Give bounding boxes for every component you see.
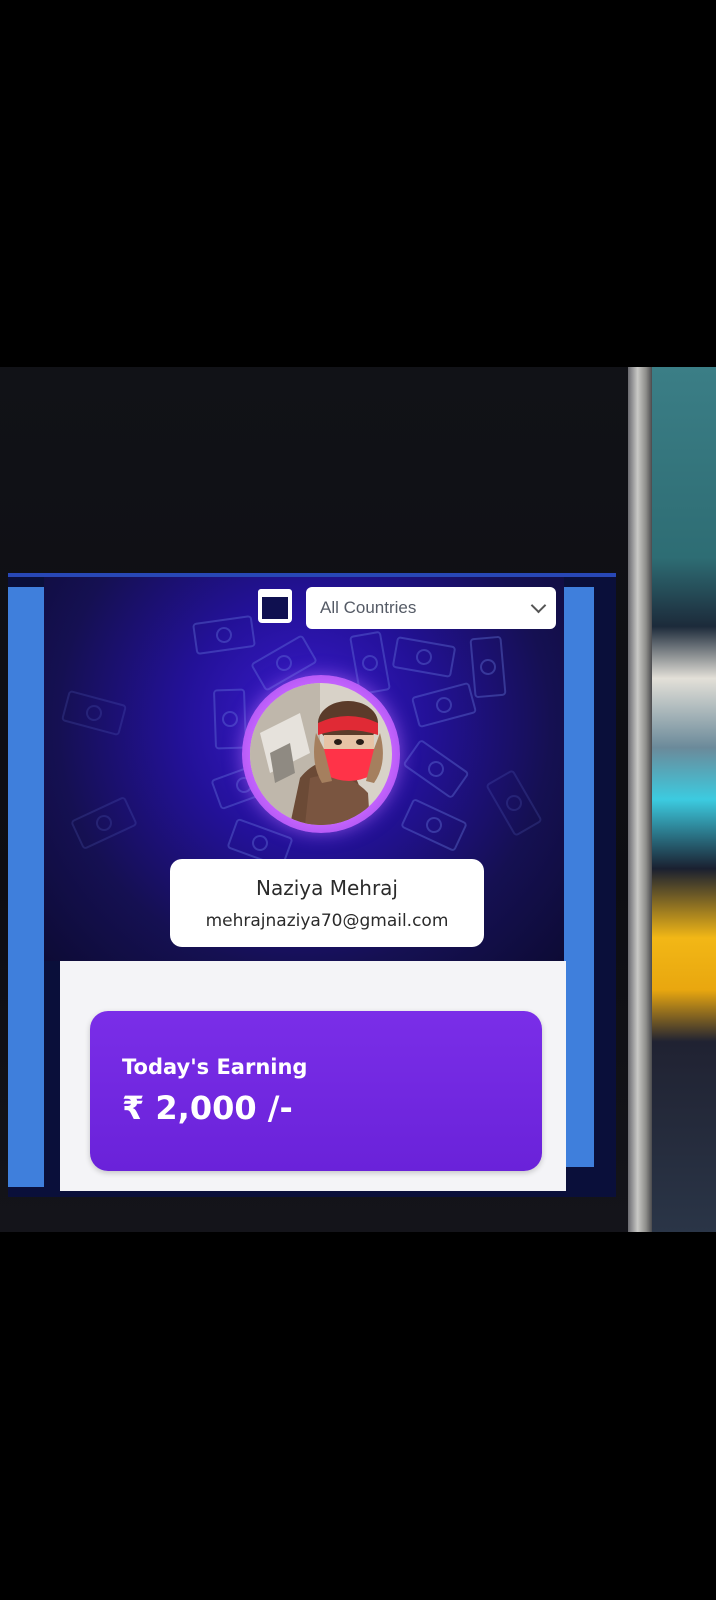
app-screen: All Countries Naziya Mehraj mehrajnaziya… bbox=[8, 573, 616, 1197]
country-select-value: All Countries bbox=[320, 598, 417, 617]
profile-header: All Countries Naziya Mehraj mehrajnaziya… bbox=[44, 577, 564, 961]
profile-email: mehrajnaziya70@gmail.com bbox=[205, 911, 449, 931]
money-pattern-icon bbox=[212, 688, 248, 750]
earnings-section: Today's Earning ₹ 2,000 /- bbox=[60, 961, 566, 1191]
money-pattern-icon bbox=[400, 797, 468, 853]
money-pattern-icon bbox=[402, 738, 470, 800]
money-pattern-icon bbox=[70, 795, 138, 851]
profile-name: Naziya Mehraj bbox=[256, 876, 398, 900]
left-side-bar bbox=[8, 587, 44, 1187]
money-pattern-icon bbox=[469, 635, 507, 699]
photo-region: All Countries Naziya Mehraj mehrajnaziya… bbox=[0, 367, 716, 1232]
avatar-photo bbox=[250, 683, 392, 825]
phone-edge bbox=[628, 367, 652, 1232]
background-fabric bbox=[652, 367, 716, 1232]
money-pattern-icon bbox=[192, 614, 256, 656]
money-pattern-icon bbox=[391, 636, 457, 678]
avatar[interactable] bbox=[250, 683, 392, 825]
country-select[interactable]: All Countries bbox=[306, 587, 556, 629]
calendar-icon[interactable] bbox=[258, 589, 292, 623]
earning-amount: ₹ 2,000 /- bbox=[122, 1089, 293, 1127]
money-pattern-icon bbox=[60, 689, 128, 737]
chevron-down-icon bbox=[530, 597, 547, 614]
avatar-ring bbox=[242, 675, 400, 833]
profile-card: Naziya Mehraj mehrajnaziya70@gmail.com bbox=[170, 859, 484, 947]
earning-label: Today's Earning bbox=[122, 1055, 308, 1079]
screenshot-frame: All Countries Naziya Mehraj mehrajnaziya… bbox=[0, 0, 716, 1600]
todays-earning-card[interactable]: Today's Earning ₹ 2,000 /- bbox=[90, 1011, 542, 1171]
money-pattern-icon bbox=[410, 681, 478, 729]
money-pattern-icon bbox=[485, 769, 543, 837]
right-side-bar bbox=[564, 587, 594, 1167]
